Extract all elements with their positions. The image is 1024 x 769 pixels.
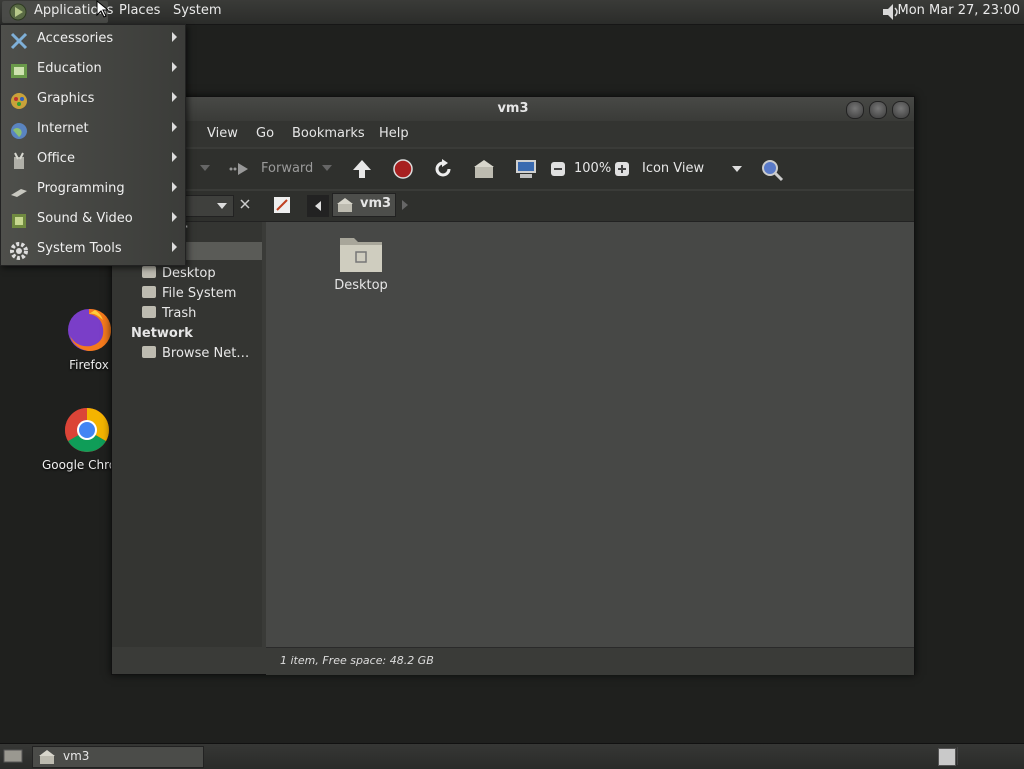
firefox-icon xyxy=(68,308,112,351)
menu-item-office[interactable]: Office xyxy=(1,145,185,175)
taskbar-item-label: vm3 xyxy=(63,749,90,763)
top-panel: Applications Places System Mon Mar 27, 2… xyxy=(0,0,1024,25)
zoom-level[interactable]: 100% xyxy=(574,161,611,176)
taskbar-item-vm3[interactable]: vm3 xyxy=(32,746,204,768)
path-segment-vm3[interactable]: vm3 xyxy=(332,193,396,217)
system-tools-icon xyxy=(10,242,28,260)
network-icon xyxy=(142,346,156,358)
location-bar: vm3 xyxy=(112,191,914,222)
workspace-2[interactable] xyxy=(957,747,1018,765)
chevron-down-icon xyxy=(217,203,227,209)
workspace-1[interactable] xyxy=(938,748,956,766)
menu-item-system-tools[interactable]: System Tools xyxy=(1,235,185,265)
menu-help[interactable]: Help xyxy=(379,126,409,141)
file-item-desktop[interactable]: Desktop xyxy=(316,232,406,293)
home-folder-icon xyxy=(39,750,55,764)
file-manager-window: vm3 View Go Bookmarks Help Forward 100% … xyxy=(111,96,915,675)
desktop-folder-icon xyxy=(142,266,156,278)
menu-item-graphics[interactable]: Graphics xyxy=(1,85,185,115)
accessories-icon xyxy=(10,32,28,50)
maximize-button[interactable] xyxy=(869,101,887,119)
places-menu-button[interactable]: Places xyxy=(119,3,160,18)
chrome-icon xyxy=(65,408,109,452)
trash-icon xyxy=(142,306,156,318)
menu-item-accessories[interactable]: Accessories xyxy=(1,25,185,55)
forward-dropdown-icon[interactable] xyxy=(322,165,332,173)
stop-icon[interactable] xyxy=(392,158,414,180)
programming-icon xyxy=(11,189,27,197)
file-view[interactable]: Desktop xyxy=(266,222,914,647)
menu-item-sound-video[interactable]: Sound & Video xyxy=(1,205,185,235)
home-folder-icon xyxy=(337,198,353,212)
path-forward-icon[interactable] xyxy=(402,200,410,210)
home-icon[interactable] xyxy=(473,158,495,180)
edit-location-icon[interactable] xyxy=(273,196,291,214)
mouse-cursor-icon xyxy=(96,0,108,18)
submenu-arrow-icon xyxy=(172,122,177,132)
zoom-out-icon[interactable] xyxy=(550,161,566,177)
status-text: 1 item, Free space: 48.2 GB xyxy=(280,654,434,667)
sidebar-item-desktop[interactable]: Desktop xyxy=(142,266,216,281)
sidebar-item-file-system[interactable]: File System xyxy=(142,286,236,301)
forward-button[interactable]: Forward xyxy=(261,161,313,176)
window-toolbar: Forward 100% Icon View xyxy=(112,149,914,189)
applications-dropdown-menu: Accessories Education Graphics Internet … xyxy=(0,24,186,266)
gnome-foot-icon xyxy=(9,3,27,21)
reload-icon[interactable] xyxy=(432,158,454,180)
submenu-arrow-icon xyxy=(172,182,177,192)
menu-go[interactable]: Go xyxy=(256,126,274,141)
menu-view[interactable]: View xyxy=(207,126,238,141)
close-sidebar-icon[interactable] xyxy=(239,198,251,210)
bottom-panel: vm3 xyxy=(0,743,1024,769)
minimize-button[interactable] xyxy=(846,101,864,119)
office-icon xyxy=(14,152,24,169)
menu-item-programming[interactable]: Programming xyxy=(1,175,185,205)
computer-icon[interactable] xyxy=(514,157,538,181)
chevron-down-icon[interactable] xyxy=(732,166,742,173)
window-title: vm3 xyxy=(497,101,529,116)
graphics-icon xyxy=(11,93,27,109)
internet-icon xyxy=(11,123,27,139)
submenu-arrow-icon xyxy=(172,152,177,162)
sidebar-item-browse-network[interactable]: Browse Net… xyxy=(142,346,249,361)
window-titlebar[interactable]: vm3 xyxy=(112,97,914,121)
education-icon xyxy=(11,64,27,78)
menu-item-internet[interactable]: Internet xyxy=(1,115,185,145)
submenu-arrow-icon xyxy=(172,62,177,72)
window-menubar: View Go Bookmarks Help xyxy=(112,121,914,147)
menu-bookmarks[interactable]: Bookmarks xyxy=(292,126,365,141)
clock[interactable]: Mon Mar 27, 23:00 xyxy=(898,3,1020,18)
desktop-folder-icon xyxy=(340,238,382,272)
status-bar: 1 item, Free space: 48.2 GB xyxy=(266,647,914,675)
back-dropdown-icon[interactable] xyxy=(200,165,210,173)
path-segment-label: vm3 xyxy=(360,196,392,211)
view-mode-select[interactable]: Icon View xyxy=(642,161,704,176)
menu-item-education[interactable]: Education xyxy=(1,55,185,85)
submenu-arrow-icon xyxy=(172,242,177,252)
sidebar-header-network: Network xyxy=(131,326,193,341)
zoom-in-icon[interactable] xyxy=(614,161,630,177)
system-menu-button[interactable]: System xyxy=(173,3,221,18)
show-desktop-icon[interactable] xyxy=(3,748,23,764)
submenu-arrow-icon xyxy=(172,92,177,102)
close-button[interactable] xyxy=(892,101,910,119)
file-item-label: Desktop xyxy=(334,278,388,293)
drive-icon xyxy=(142,286,156,298)
forward-arrow-icon[interactable] xyxy=(228,159,250,179)
applications-menu-button[interactable]: Applications xyxy=(2,1,113,23)
submenu-arrow-icon xyxy=(172,32,177,42)
search-icon[interactable] xyxy=(760,158,784,182)
submenu-arrow-icon xyxy=(172,212,177,222)
up-arrow-icon[interactable] xyxy=(351,158,373,180)
sound-video-icon xyxy=(12,214,26,228)
path-back-icon[interactable] xyxy=(307,195,329,217)
places-sidebar: er Desktop File System Trash Network Bro… xyxy=(112,222,262,647)
sidebar-item-trash[interactable]: Trash xyxy=(142,306,196,321)
